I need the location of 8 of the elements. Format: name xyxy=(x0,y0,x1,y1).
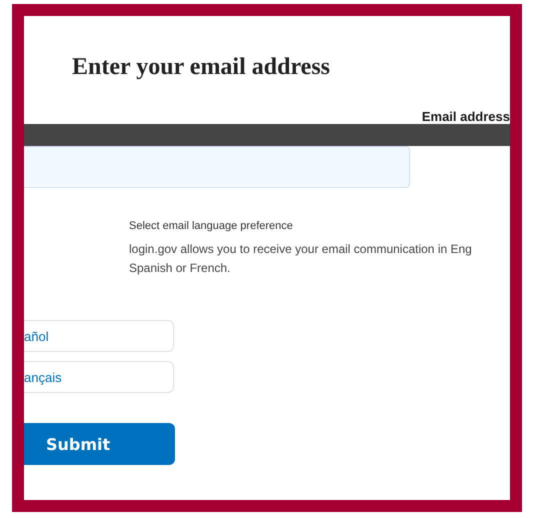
submit-button[interactable]: Submit xyxy=(24,423,175,465)
field-label: Email address xyxy=(422,109,510,124)
fieldset-legend: Select email language preference xyxy=(129,220,510,232)
language-description: login.gov allows you to receive your email communication in Eng Spanish or French. xyxy=(129,241,473,277)
email-field[interactable] xyxy=(24,146,410,188)
page-heading: Enter your email address xyxy=(72,54,332,81)
language-option[interactable]: ançais xyxy=(24,361,174,393)
language-option[interactable]: añol xyxy=(24,320,174,352)
